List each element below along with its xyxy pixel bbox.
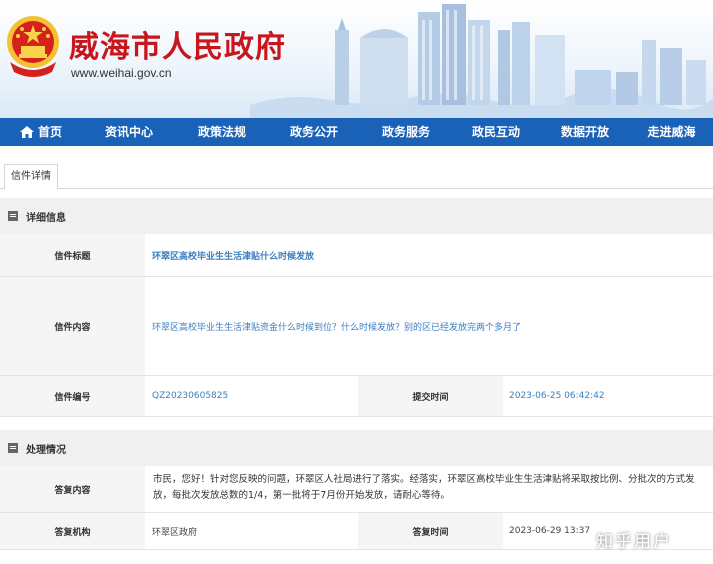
field-label: 信件编号 xyxy=(0,376,145,416)
nav-item-policy[interactable]: 政策法规 xyxy=(176,118,268,146)
letter-title-value: 环翠区高校毕业生生活津贴什么时候发放 xyxy=(152,251,315,262)
section-title: 处理情况 xyxy=(26,444,66,456)
national-emblem-icon xyxy=(7,16,59,77)
field-label: 信件内容 xyxy=(0,277,145,375)
letter-content-row: 信件内容 环翠区高校毕业生生活津贴资金什么时候到位？什么时候发放？别的区已经发放… xyxy=(0,277,713,376)
reply-content-value: 市民，您好！针对您反映的问题，环翠区人社局进行了落实。经落实，环翠区高校毕业生生… xyxy=(153,474,695,501)
nav-item-interaction[interactable]: 政民互动 xyxy=(452,118,540,146)
nav-item-label: 首页 xyxy=(37,125,62,139)
nav-item-services[interactable]: 政务服务 xyxy=(360,118,452,146)
reply-org-value: 环翠区政府 xyxy=(152,527,198,538)
letter-number-value: QZ20230605825 xyxy=(152,391,229,401)
site-url: www.weihai.gov.cn xyxy=(71,66,172,80)
site-header: 威海市人民政府 www.weihai.gov.cn xyxy=(0,0,713,118)
home-icon xyxy=(19,126,34,138)
nav-item-open-data[interactable]: 数据开放 xyxy=(540,118,630,146)
list-icon xyxy=(8,443,18,453)
field-label: 提交时间 xyxy=(358,376,503,416)
nav-item-home[interactable]: 首页 xyxy=(0,118,82,146)
field-label: 答复机构 xyxy=(0,513,145,549)
section-title: 详细信息 xyxy=(26,212,66,224)
nav-item-disclosure[interactable]: 政务公开 xyxy=(268,118,360,146)
letter-title-row: 信件标题 环翠区高校毕业生生活津贴什么时候发放 xyxy=(0,234,713,277)
tab-bar: 信件详情 xyxy=(0,154,713,190)
watermark: 知乎用户 xyxy=(596,532,672,552)
main-nav: 首页 资讯中心 政策法规 政务公开 政务服务 政民互动 数据开放 走进威海 xyxy=(0,118,713,146)
submit-time-value: 2023-06-25 06:42:42 xyxy=(509,391,605,401)
reply-content-row: 答复内容 市民，您好！针对您反映的问题，环翠区人社局进行了落实。经落实，环翠区高… xyxy=(0,466,713,513)
field-label: 答复时间 xyxy=(358,513,503,549)
letter-content-value: 环翠区高校毕业生生活津贴资金什么时候到位？什么时候发放？别的区已经发放完两个多月… xyxy=(152,322,522,333)
field-label: 信件标题 xyxy=(0,234,145,276)
detail-section-header: 详细信息 xyxy=(0,198,713,234)
tab-letter-detail[interactable]: 信件详情 xyxy=(4,164,58,190)
nav-item-news[interactable]: 资讯中心 xyxy=(82,118,176,146)
handling-section-header: 处理情况 xyxy=(0,430,713,466)
nav-item-about-weihai[interactable]: 走进威海 xyxy=(630,118,713,146)
letter-meta-row: 信件编号 QZ20230605825 提交时间 2023-06-25 06:42… xyxy=(0,376,713,417)
list-icon xyxy=(8,211,18,221)
field-label: 答复内容 xyxy=(0,466,145,512)
city-skyline-banner xyxy=(250,4,713,118)
